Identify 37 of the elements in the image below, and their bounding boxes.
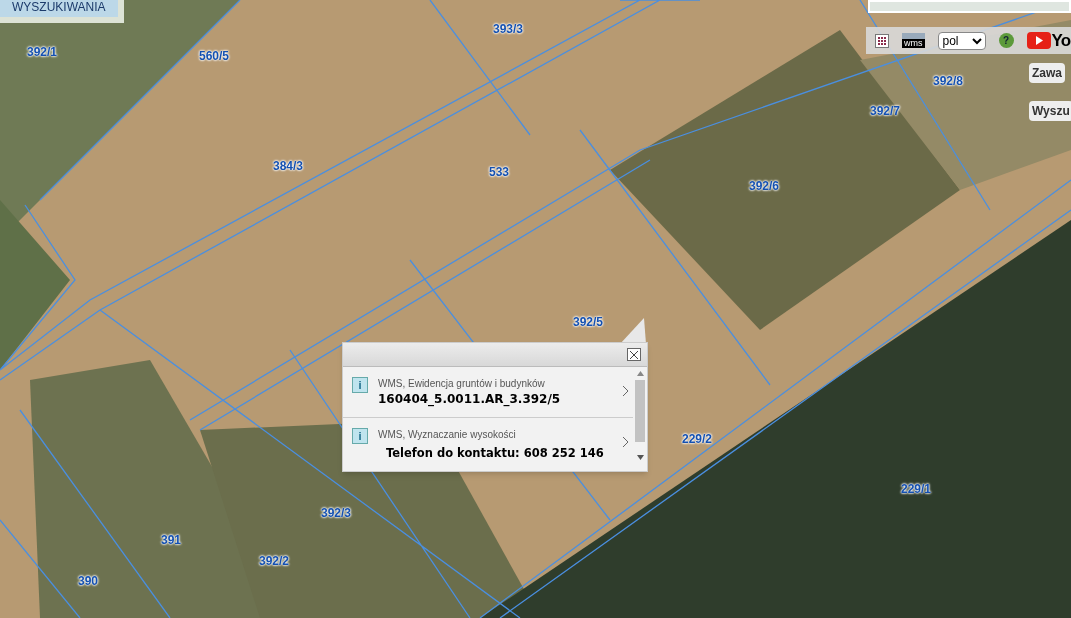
parcel-label: 392/2 [259, 553, 290, 570]
close-button[interactable] [627, 348, 641, 361]
info-result-row[interactable]: i WMS, Wyznaczanie wysokości Telefon do kontaktu: 608 252 146 [343, 418, 633, 469]
parcel-label: 229/2 [682, 431, 713, 448]
info-icon: i [352, 377, 368, 393]
parcel-label: 392/7 [870, 103, 901, 120]
parcel-label: 392/5 [573, 314, 604, 331]
parcel-label: 384/3 [273, 158, 304, 175]
info-icon: i [352, 428, 368, 444]
parcel-label: 392/3 [321, 505, 352, 522]
side-button[interactable]: Zawa [1029, 63, 1065, 83]
scroll-up-icon[interactable] [636, 371, 644, 376]
side-button[interactable]: Wyszu [1029, 101, 1071, 121]
parcel-label: 390 [78, 573, 99, 590]
source-label: WMS, Ewidencja gruntów i budynków [378, 377, 546, 390]
parcel-label: 392/1 [27, 44, 58, 61]
source-label: WMS, Wyznaczanie wysokości [378, 428, 517, 441]
chevron-icon [623, 386, 629, 396]
parcel-label: 391 [161, 532, 182, 549]
chevron-icon [623, 437, 629, 447]
grid-icon[interactable] [875, 33, 889, 48]
wms-button[interactable]: wms [902, 33, 925, 48]
parcel-label: 229/1 [901, 481, 932, 498]
info-result-row[interactable]: i WMS, Ewidencja gruntów i budynków 160404_5.0011.AR_3.392/5 [343, 367, 633, 418]
play-icon [1026, 32, 1051, 49]
parcel-label: 392/6 [749, 178, 780, 195]
parcel-label: 393/3 [493, 21, 524, 38]
scroll-down-icon[interactable] [636, 455, 644, 460]
help-icon[interactable]: ? [998, 33, 1014, 48]
language-select[interactable]: pol [937, 31, 986, 50]
parcel-label: 392/8 [933, 73, 964, 90]
search-button[interactable]: WYSZUKIWANIA [0, 0, 124, 23]
result-value: Telefon do kontaktu: 608 252 146 [386, 445, 605, 462]
youtube-link[interactable]: Yo [1026, 27, 1071, 54]
parcel-label: 533 [489, 164, 510, 181]
result-value: 160404_5.0011.AR_3.392/5 [378, 391, 562, 408]
parcel-label: 560/5 [199, 48, 230, 65]
